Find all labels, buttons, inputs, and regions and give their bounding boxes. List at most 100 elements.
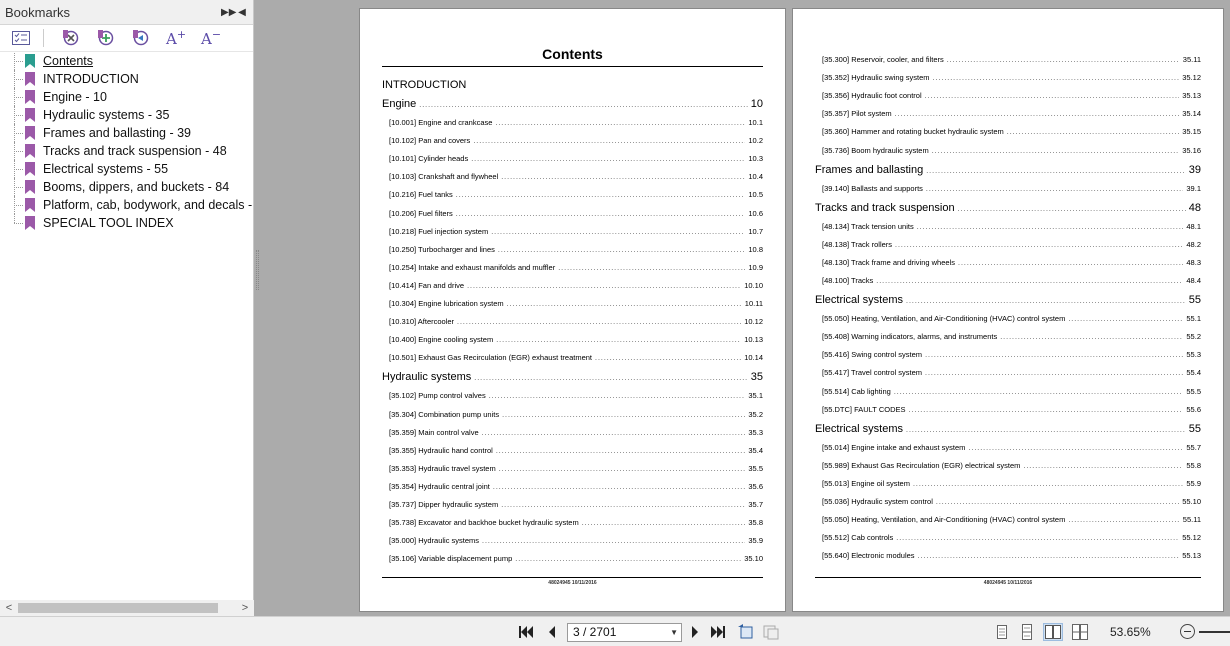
bookmark-label: Electrical systems - 55 <box>43 162 169 176</box>
expand-panel-icon[interactable]: ▶▶ <box>221 7 236 18</box>
toc-subentry[interactable]: [39.140] Ballasts and supports 39.1 <box>815 184 1201 193</box>
chevron-down-icon[interactable]: ▼ <box>670 624 678 641</box>
toc-subentry[interactable]: [35.357] Pilot system 35.14 <box>815 109 1201 118</box>
scroll-thumb[interactable] <box>18 603 218 613</box>
bookmark-item[interactable]: Hydraulic systems - 35 <box>0 106 253 124</box>
toc-subentry[interactable]: [55.512] Cab controls 55.12 <box>815 533 1201 542</box>
toc-subentry[interactable]: [35.106] Variable displacement pump 35.10 <box>382 554 763 563</box>
toc-subentry[interactable]: [10.400] Engine cooling system 10.13 <box>382 335 763 344</box>
toc-section[interactable]: Electrical systems 55 <box>815 294 1201 306</box>
bookmark-item[interactable]: INTRODUCTION <box>0 70 253 88</box>
toc-section[interactable]: Tracks and track suspension 48 <box>815 202 1201 214</box>
bookmark-item[interactable]: Electrical systems - 55 <box>0 160 253 178</box>
toc-subentry[interactable]: [10.206] Fuel filters 10.6 <box>382 209 763 218</box>
toc-subentry[interactable]: [35.360] Hammer and rotating bucket hydr… <box>815 127 1201 136</box>
previous-view-button[interactable] <box>737 623 755 641</box>
toc-section[interactable]: Electrical systems 55 <box>815 423 1201 435</box>
previous-page-button[interactable] <box>543 623 561 641</box>
toc-section[interactable]: Frames and ballasting 39 <box>815 164 1201 176</box>
toc-subentry[interactable]: [35.352] Hydraulic swing system 35.12 <box>815 73 1201 82</box>
page-number-input[interactable]: 3 / 2701 ▼ <box>567 623 682 642</box>
collapse-panel-icon[interactable]: ◀ <box>235 7 249 18</box>
toc-subentry[interactable]: [35.304] Combination pump units 35.2 <box>382 410 763 419</box>
panel-splitter[interactable] <box>256 250 259 290</box>
toc-subentry[interactable]: [10.102] Pan and covers 10.2 <box>382 136 763 145</box>
toc-subentry[interactable]: [10.414] Fan and drive 10.10 <box>382 281 763 290</box>
toc-subentry[interactable]: [10.216] Fuel tanks 10.5 <box>382 190 763 199</box>
toc-subentry[interactable]: [10.103] Crankshaft and flywheel 10.4 <box>382 172 763 181</box>
zoom-out-button[interactable] <box>1180 624 1195 639</box>
bookmark-item[interactable]: Tracks and track suspension - 48 <box>0 142 253 160</box>
add-bookmark-button[interactable] <box>93 27 119 49</box>
facing-continuous-view-button[interactable] <box>1070 623 1090 641</box>
toc-section[interactable]: Engine 10 <box>382 98 763 110</box>
toc-subentry[interactable]: [55.013] Engine oil system 55.9 <box>815 479 1201 488</box>
toc-subentry[interactable]: [48.134] Track tension units 48.1 <box>815 222 1201 231</box>
scroll-right-icon[interactable]: > <box>236 602 254 614</box>
bookmark-item[interactable]: Booms, dippers, and buckets - 84 <box>0 178 253 196</box>
scroll-left-icon[interactable]: < <box>0 602 18 614</box>
toc-subentry[interactable]: [55.417] Travel control system 55.4 <box>815 368 1201 377</box>
bookmark-item[interactable]: Contents <box>0 53 253 70</box>
toc-subentry[interactable]: [35.354] Hydraulic central joint 35.6 <box>382 482 763 491</box>
toc-subentry[interactable]: [10.101] Cylinder heads 10.3 <box>382 154 763 163</box>
toc-subentry[interactable]: [10.218] Fuel injection system 10.7 <box>382 227 763 236</box>
first-page-button[interactable] <box>517 623 535 641</box>
bookmark-item[interactable]: Engine - 10 <box>0 88 253 106</box>
toc-subentry[interactable]: [35.353] Hydraulic travel system 35.5 <box>382 464 763 473</box>
toc-subentry[interactable]: [55.408] Warning indicators, alarms, and… <box>815 332 1201 341</box>
toc-subentry[interactable]: [35.736] Boom hydraulic system 35.16 <box>815 146 1201 155</box>
single-page-view-button[interactable] <box>992 623 1012 641</box>
bookmark-item[interactable]: SPECIAL TOOL INDEX <box>0 214 253 232</box>
expand-bookmark-button[interactable] <box>128 27 154 49</box>
toc-subentry[interactable]: [55.416] Swing control system 55.3 <box>815 350 1201 359</box>
toc-subentry[interactable]: [55.989] Exhaust Gas Recirculation (EGR)… <box>815 461 1201 470</box>
increase-font-button[interactable]: A+ <box>163 27 189 49</box>
facing-pages-view-button[interactable] <box>1043 623 1063 641</box>
decrease-font-button[interactable]: A− <box>198 27 224 49</box>
toc-subentry[interactable]: [35.355] Hydraulic hand control 35.4 <box>382 446 763 455</box>
toc-subentry[interactable]: [10.304] Engine lubrication system 10.11 <box>382 299 763 308</box>
toc-subentry[interactable]: [10.001] Engine and crankcase 10.1 <box>382 118 763 127</box>
toc-subentry[interactable]: [55.DTC] FAULT CODES 55.6 <box>815 405 1201 414</box>
toc-subentry[interactable]: [10.310] Aftercooler 10.12 <box>382 317 763 326</box>
toc-subentry[interactable]: [55.640] Electronic modules 55.13 <box>815 551 1201 560</box>
continuous-view-button[interactable] <box>1017 623 1037 641</box>
toc-subentry[interactable]: [55.050] Heating, Ventilation, and Air-C… <box>815 314 1201 323</box>
next-page-button[interactable] <box>686 623 704 641</box>
toc-subentry[interactable]: [55.050] Heating, Ventilation, and Air-C… <box>815 515 1201 524</box>
bookmark-item[interactable]: Frames and ballasting - 39 <box>0 124 253 142</box>
toc-subentry[interactable]: [35.356] Hydraulic foot control 35.13 <box>815 91 1201 100</box>
toc-title: [35.106] Variable displacement pump <box>389 554 513 564</box>
scroll-track[interactable] <box>18 602 236 614</box>
toc-subentry[interactable]: [48.130] Track frame and driving wheels 4… <box>815 258 1201 267</box>
toc-subentry[interactable]: [55.036] Hydraulic system control 55.10 <box>815 497 1201 506</box>
toc-section[interactable]: Hydraulic systems 35 <box>382 371 763 383</box>
bookmark-item[interactable]: Platform, cab, bodywork, and decals - <box>0 196 253 214</box>
toc-subentry[interactable]: [35.359] Main control valve 35.3 <box>382 428 763 437</box>
toc-subentry[interactable]: [10.254] Intake and exhaust manifolds an… <box>382 263 763 272</box>
toc-subentry[interactable]: [10.501] Exhaust Gas Recirculation (EGR)… <box>382 353 763 362</box>
bookmark-options-button[interactable] <box>8 27 34 49</box>
toc-subentry[interactable]: [48.100] Tracks 48.4 <box>815 276 1201 285</box>
toc-subentry[interactable]: [35.102] Pump control valves 35.1 <box>382 391 763 400</box>
toc-leader <box>909 405 1184 414</box>
toc-page-number: 35.4 <box>748 445 763 455</box>
zoom-slider[interactable] <box>1199 631 1230 633</box>
toc-section[interactable]: INTRODUCTION <box>382 79 763 91</box>
toc-subentry[interactable]: [35.000] Hydraulic systems 35.9 <box>382 536 763 545</box>
toc-title: [35.738] Excavator and backhoe bucket hy… <box>389 518 579 528</box>
toc-subentry[interactable]: [10.250] Turbocharger and lines 10.8 <box>382 245 763 254</box>
last-page-button[interactable] <box>709 623 727 641</box>
horizontal-scrollbar[interactable]: < > <box>0 600 254 616</box>
delete-bookmark-button[interactable] <box>58 27 84 49</box>
toc-subentry[interactable]: [48.138] Track rollers 48.2 <box>815 240 1201 249</box>
toc-subentry[interactable]: [35.738] Excavator and backhoe bucket hy… <box>382 518 763 527</box>
toc-subentry[interactable]: [55.514] Cab lighting 55.5 <box>815 387 1201 396</box>
next-view-button[interactable] <box>762 623 780 641</box>
toc-subentry[interactable]: [35.300] Reservoir, cooler, and filters 3… <box>815 55 1201 64</box>
toc-subentry[interactable]: [55.014] Engine intake and exhaust syste… <box>815 443 1201 452</box>
toc-subentry[interactable]: [35.737] Dipper hydraulic system 35.7 <box>382 500 763 509</box>
zoom-level[interactable]: 53.65% <box>1110 625 1151 639</box>
bookmark-label: Booms, dippers, and buckets - 84 <box>43 180 230 194</box>
